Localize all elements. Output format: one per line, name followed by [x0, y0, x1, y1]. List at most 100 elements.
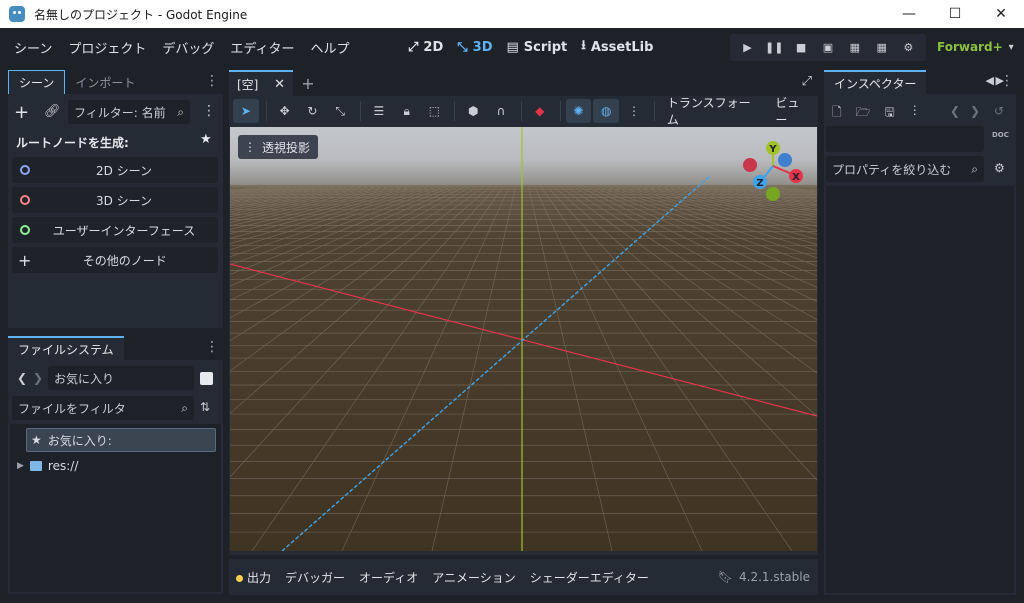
file-filter-input[interactable]: ファイルをフィルタ ⌕ — [12, 396, 194, 420]
local-space-button[interactable]: ⬢ — [460, 99, 486, 123]
snap-button[interactable]: ∩ — [488, 99, 514, 123]
move-tool-button[interactable]: ✥ — [272, 99, 298, 123]
favorites-item[interactable]: ★ お気に入り: — [26, 428, 216, 452]
link-icon[interactable]: 🔗︎ — [44, 104, 61, 119]
scale-tool-button[interactable]: ⤡ — [327, 99, 353, 123]
main-tab-script[interactable]: ▤ Script — [503, 40, 572, 55]
new-resource-icon[interactable]: 🗋︎ — [832, 103, 842, 124]
gizmo-neg-y-handle[interactable] — [766, 187, 780, 201]
main-tab-assetlib[interactable]: ⭳ AssetLib — [577, 36, 657, 58]
other-node-button[interactable]: + その他のノード — [12, 247, 218, 273]
tab-import[interactable]: インポート — [65, 70, 145, 94]
add-scene-tab-button[interactable]: + — [293, 70, 323, 96]
environment-toggle-button[interactable]: ◍ — [593, 99, 620, 123]
play-custom-scene-button[interactable]: ▦ — [871, 37, 893, 59]
kebab-menu-icon[interactable]: ⋮ — [1000, 73, 1014, 89]
clapper-custom-icon: ▦ — [876, 41, 887, 54]
3d-viewport[interactable]: Y X Z ⋮ 透視投影 — [230, 127, 817, 551]
list-select-button[interactable]: ☰ — [366, 99, 392, 123]
tab-audio[interactable]: オーディオ — [352, 569, 425, 586]
rotate-tool-button[interactable]: ↻ — [300, 99, 326, 123]
environment-options-button[interactable]: ⋮ — [621, 99, 647, 123]
3d-icon: ⤡ — [457, 39, 468, 55]
scene-filter-input[interactable]: フィルター: 名前 ⌕ — [68, 100, 190, 124]
history-forward-icon[interactable]: ❯ — [970, 104, 980, 118]
lock-button[interactable]: 🔒︎ — [394, 99, 420, 123]
create-ui-scene-button[interactable]: ユーザーインターフェース — [12, 217, 218, 243]
add-node-button[interactable]: + — [14, 102, 29, 123]
tab-output-label: 出力 — [247, 570, 272, 585]
kebab-icon[interactable]: ⋮ — [909, 103, 921, 124]
inspector-dock: インスペクター ◀ ▶ ⋮ 🗋︎ 🗁︎ 🖫︎ ⋮ ❮ ❯ ↺ DOC プロパティ… — [824, 68, 1016, 595]
filesystem-path-input[interactable]: お気に入り — [48, 366, 194, 390]
maximize-button[interactable]: ☐ — [932, 0, 978, 28]
scene-tab-empty[interactable]: [空] ✕ — [229, 70, 293, 96]
history-back-icon[interactable]: ❮ — [950, 104, 960, 118]
menu-editor[interactable]: エディター — [222, 38, 302, 57]
perspective-menu-button[interactable]: ⋮ 透視投影 — [238, 135, 319, 159]
toolbar-separator — [454, 101, 456, 121]
sun-toggle-button[interactable]: ✺ — [565, 99, 592, 123]
play-button[interactable]: ▶ — [736, 37, 758, 59]
main-tab-2d[interactable]: ⤢ 2D — [404, 40, 447, 55]
main-tab-3d[interactable]: ⤡ 3D — [453, 40, 496, 55]
pin-icon: 🔖︎ — [717, 570, 733, 584]
object-selector[interactable] — [826, 126, 984, 152]
version-indicator[interactable]: 🔖︎ 4.2.1.stable — [718, 559, 810, 595]
star-icon: ★ — [31, 433, 42, 447]
close-icon[interactable]: ✕ — [274, 77, 285, 92]
tab-output[interactable]: 出力 — [229, 569, 278, 586]
pause-button[interactable]: ❚❚ — [763, 37, 785, 59]
menu-help[interactable]: ヘルプ — [302, 38, 357, 57]
renderer-select[interactable]: Forward+ ▾ — [937, 28, 1014, 66]
prev-dock-icon[interactable]: ◀ — [986, 74, 994, 87]
split-mode-icon[interactable] — [200, 372, 213, 385]
tab-debugger[interactable]: デバッガー — [278, 569, 352, 586]
select-tool-button[interactable]: ➤ — [233, 99, 259, 123]
res-folder-label: res:// — [47, 459, 79, 473]
script-icon: ▤ — [506, 39, 519, 55]
transform-menu[interactable]: トランスフォーム — [660, 94, 769, 128]
tab-scene[interactable]: シーン — [8, 70, 66, 94]
distraction-free-icon[interactable]: ⤢ — [802, 74, 812, 89]
remote-debug-button[interactable]: ▣ — [817, 37, 839, 59]
sort-icon[interactable]: ⇅ — [200, 400, 210, 414]
play-scene-button[interactable]: ▦ — [844, 37, 866, 59]
minimize-button[interactable]: — — [886, 0, 932, 28]
save-icon[interactable]: 🖫︎ — [885, 103, 895, 124]
doc-icon[interactable]: DOC — [992, 131, 1009, 139]
tab-animation[interactable]: アニメーション — [425, 569, 523, 586]
viewport-toolbar: ➤ ✥ ↻ ⤡ ☰ 🔒︎ ⬚ ⬢ ∩ ◆ ✺ ◍ ⋮ トランスフォーム ビュー — [229, 94, 818, 128]
scene-filter-placeholder: フィルター: 名前 — [74, 105, 166, 120]
gizmo-neg-x-handle[interactable] — [743, 158, 757, 172]
kebab-menu-icon[interactable]: ⋮ — [205, 339, 219, 355]
back-icon[interactable]: ❮ — [17, 371, 27, 385]
viewport-scene[interactable]: Y X Z — [230, 127, 817, 551]
history-icon[interactable]: ↺ — [994, 104, 1004, 118]
menu-project[interactable]: プロジェクト — [60, 38, 154, 57]
create-2d-scene-button[interactable]: 2D シーン — [12, 157, 218, 183]
forward-icon[interactable]: ❯ — [33, 371, 43, 385]
tab-filesystem[interactable]: ファイルシステム — [8, 336, 124, 360]
group-button[interactable]: ⬚ — [422, 99, 448, 123]
tab-inspector[interactable]: インスペクター — [824, 70, 927, 94]
kebab-menu-icon[interactable]: ⋮ — [205, 73, 219, 89]
view-menu[interactable]: ビュー — [768, 94, 818, 128]
gizmo-neg-z-handle[interactable] — [778, 153, 792, 167]
tab-shader-editor[interactable]: シェーダーエディター — [523, 569, 656, 586]
preview-camera-button[interactable]: ◆ — [527, 99, 553, 123]
res-folder-item[interactable]: ▶ res:// — [17, 458, 78, 474]
inspector-settings-icon[interactable]: ⚙ — [994, 161, 1005, 175]
menu-scene[interactable]: シーン — [6, 38, 60, 57]
menu-debug[interactable]: デバッグ — [154, 38, 222, 57]
viewport-panel: [空] ✕ + ⤢ ➤ ✥ ↻ ⤡ ☰ 🔒︎ ⬚ ⬢ ∩ ◆ ✺ ◍ ⋮ トラン… — [229, 68, 818, 555]
property-filter-input[interactable]: プロパティを絞り込む ⌕ — [826, 156, 984, 182]
stop-button[interactable]: ■ — [790, 37, 812, 59]
favorite-star-icon[interactable]: ★ — [200, 132, 212, 147]
close-window-button[interactable]: ✕ — [978, 0, 1024, 28]
scale-icon: ⤡ — [335, 103, 345, 118]
open-folder-icon[interactable]: 🗁︎ — [856, 103, 871, 124]
create-3d-scene-button[interactable]: 3D シーン — [12, 187, 218, 213]
movie-maker-button[interactable]: ⚙ — [897, 37, 919, 59]
scene-options-icon[interactable]: ⋮ — [202, 103, 216, 119]
